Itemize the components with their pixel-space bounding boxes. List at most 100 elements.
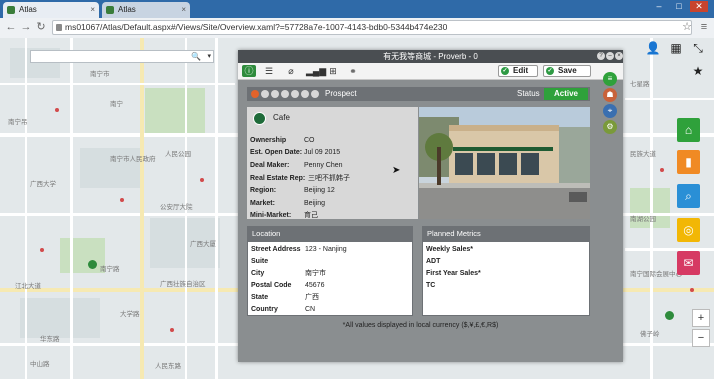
map-poi-icon[interactable]: [170, 328, 174, 332]
field-value: 广西: [305, 294, 319, 301]
maximize-button[interactable]: □: [670, 1, 688, 12]
park-area: [60, 238, 105, 273]
store-info-box: Cafe Ownership CO Est. Open Date: Jul 09 2…: [247, 107, 418, 219]
minimize-button[interactable]: –: [650, 1, 668, 12]
reload-icon[interactable]: ↻: [34, 20, 48, 34]
search-icon[interactable]: 🔍: [191, 52, 201, 61]
browser-tabstrip: Atlas × Atlas × – □ ✕: [0, 0, 714, 18]
map-poi-icon[interactable]: [40, 248, 44, 252]
sitemap-icon[interactable]: ⊞: [326, 65, 340, 77]
help-button[interactable]: ?: [597, 52, 605, 60]
layers-icon[interactable]: ▦: [668, 40, 684, 56]
save-button[interactable]: ✓ Save: [543, 65, 591, 77]
back-icon[interactable]: ←: [4, 20, 18, 34]
zoom-in-button[interactable]: +: [692, 309, 710, 327]
road: [140, 38, 144, 379]
mouse-cursor-icon: ➤: [392, 165, 401, 176]
target-icon[interactable]: ◎: [677, 218, 700, 242]
map-label: 广西大厦: [190, 241, 216, 248]
link-icon[interactable]: ⚭: [346, 65, 360, 77]
user-icon[interactable]: 👤: [645, 40, 661, 56]
close-window-button[interactable]: ✕: [690, 1, 708, 12]
edit-label: Edit: [513, 66, 529, 75]
store-name: Cafe: [273, 113, 290, 122]
search-report-icon[interactable]: ⌕: [677, 184, 700, 208]
edit-button[interactable]: ✓ Edit: [498, 65, 538, 77]
stage-dot[interactable]: [291, 90, 299, 98]
forward-icon[interactable]: →: [19, 20, 33, 34]
chat-icon[interactable]: ✉: [677, 251, 700, 275]
stage-dot[interactable]: [311, 90, 319, 98]
road: [215, 38, 218, 379]
collapse-icon[interactable]: ⤡: [690, 40, 706, 56]
attachment-icon[interactable]: ⌀: [284, 65, 298, 77]
address-bar: ← → ↻ ms01067/Atlas/Default.aspx#/Views/…: [0, 18, 714, 39]
close-panel-button[interactable]: ×: [615, 52, 623, 60]
status-badge[interactable]: Active: [544, 88, 588, 100]
stage-dot[interactable]: [251, 90, 259, 98]
storefront-photo: [419, 107, 590, 219]
tab-title: Atlas: [19, 5, 37, 14]
map-poi-icon[interactable]: [120, 198, 124, 202]
road: [70, 38, 73, 379]
signal-chart-icon[interactable]: ▂▄▆: [306, 65, 326, 77]
list-icon[interactable]: ☰: [262, 65, 276, 77]
location-body: Street Address 123 - Nanjing Suite City 南宁…: [247, 241, 413, 316]
field-value: CN: [305, 306, 316, 313]
field-key: TC: [426, 282, 436, 289]
field-value: 123 - Nanjing: [305, 246, 347, 253]
panel-title: 有无我等商城 - Proverb - 0: [238, 50, 623, 63]
map-label: 七星路: [630, 81, 650, 88]
chart-icon[interactable]: ▮: [677, 150, 700, 174]
map-label: 人民公园: [165, 151, 191, 158]
field-key: Region:: [250, 187, 277, 194]
road: [0, 83, 235, 85]
location-pin-icon[interactable]: ⌖: [603, 104, 617, 118]
map-label: 人民东路: [155, 363, 181, 370]
settings-icon[interactable]: ⚙: [603, 120, 617, 134]
stage-dot[interactable]: [301, 90, 309, 98]
field-value: CO: [304, 137, 315, 144]
map-poi-icon[interactable]: [55, 108, 59, 112]
url-field[interactable]: ms01067/Atlas/Default.aspx#/Views/Site/O…: [52, 20, 692, 35]
info-icon[interactable]: ⓘ: [242, 65, 256, 77]
save-label: Save: [558, 66, 577, 75]
list-view-icon[interactable]: ≡: [603, 72, 617, 86]
zoom-out-button[interactable]: −: [692, 329, 710, 347]
close-tab-icon[interactable]: ×: [90, 2, 95, 18]
stage-dot[interactable]: [271, 90, 279, 98]
road: [625, 248, 714, 251]
map-poi-icon[interactable]: [200, 178, 204, 182]
chevron-down-icon[interactable]: ▾: [207, 52, 211, 60]
map-search-input[interactable]: 🔍 ▾: [30, 50, 214, 63]
bookmark-star-icon[interactable]: ☆: [680, 20, 694, 34]
browser-tab-2[interactable]: Atlas ×: [102, 2, 190, 18]
home-icon[interactable]: ⌂: [677, 118, 700, 142]
minimize-panel-button[interactable]: –: [606, 52, 614, 60]
field-key: ADT: [426, 258, 441, 265]
site-detail-panel: 有无我等商城 - Proverb - 0 ? – × ⓘ ☰ ⌀ ▂▄▆ ⊞ ⚭…: [238, 50, 623, 362]
metrics-body: Weekly Sales* ADT First Year Sales* TC: [422, 241, 590, 316]
map-label: 南宁国际会展中心: [630, 271, 682, 278]
star-icon[interactable]: ★: [690, 63, 706, 79]
storefront-image: [419, 107, 590, 219]
map-label: 南宁: [110, 101, 123, 108]
stage-dot[interactable]: [261, 90, 269, 98]
stage-dot[interactable]: [281, 90, 289, 98]
map-poi-icon[interactable]: [690, 288, 694, 292]
group-icon[interactable]: ☗: [603, 88, 617, 102]
stage-label: Prospect: [325, 89, 357, 98]
field-value: Beijing: [304, 200, 326, 207]
map-poi-icon[interactable]: [660, 168, 664, 172]
atlas-favicon-icon: [106, 6, 114, 14]
checkmark-icon: ✓: [501, 67, 509, 75]
field-key: Weekly Sales*: [426, 246, 473, 253]
store-marker-icon[interactable]: [665, 311, 674, 320]
menu-icon[interactable]: ≡: [697, 20, 711, 34]
browser-tab-1[interactable]: Atlas ×: [3, 2, 99, 18]
metrics-header: Planned Metrics: [422, 226, 590, 241]
store-marker-icon[interactable]: [88, 260, 97, 269]
map-label: 南湖公园: [630, 216, 656, 223]
field-key: First Year Sales*: [426, 270, 481, 277]
close-tab-icon[interactable]: ×: [181, 2, 186, 18]
